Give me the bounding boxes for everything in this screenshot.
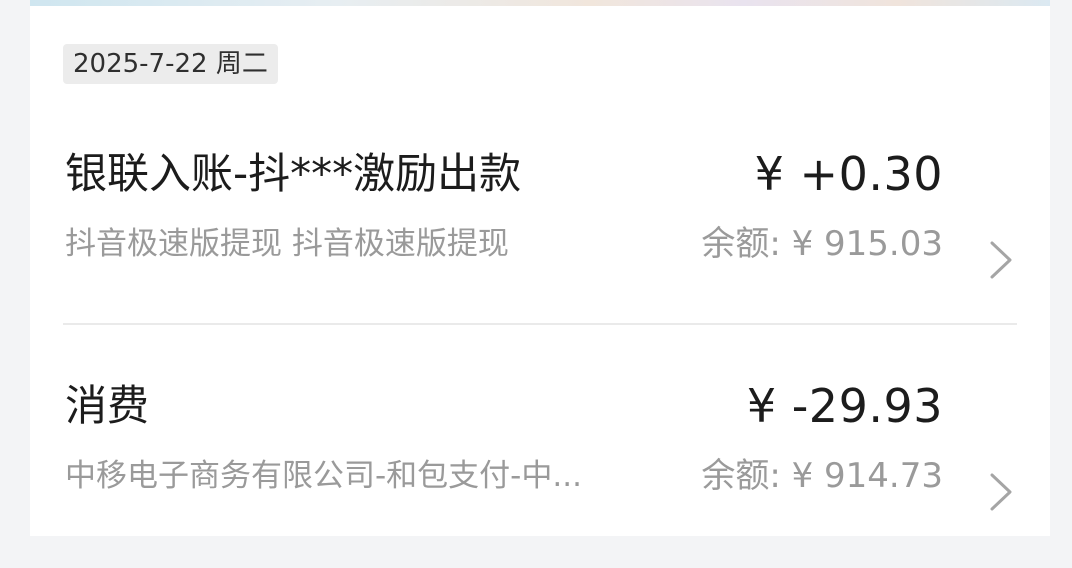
transaction-description: 中移电子商务有限公司-和包支付-中...	[65, 458, 582, 494]
transaction-amount: ¥ +0.30	[754, 147, 943, 201]
transaction-balance: 余额: ¥ 914.73	[701, 456, 943, 496]
transaction-description: 抖音极速版提现 抖音极速版提现	[65, 226, 509, 262]
transaction-amount: ¥ -29.93	[746, 379, 943, 433]
transaction-balance: 余额: ¥ 915.03	[701, 224, 943, 264]
date-header: 2025-7-22 周二	[63, 44, 278, 84]
transaction-title: 消费	[65, 381, 150, 430]
row-divider	[63, 323, 1017, 325]
transaction-card: 2025-7-22 周二 银联入账-抖***激励出款 ¥ +0.30 抖音极速版…	[30, 6, 1050, 536]
transaction-row[interactable]: 消费 ¥ -29.93 中移电子商务有限公司-和包支付-中... 余额: ¥ 9…	[30, 378, 1050, 568]
chevron-right-icon[interactable]	[988, 240, 1014, 280]
chevron-right-icon[interactable]	[988, 472, 1014, 512]
transaction-title: 银联入账-抖***激励出款	[65, 149, 522, 198]
transaction-row[interactable]: 银联入账-抖***激励出款 ¥ +0.30 抖音极速版提现 抖音极速版提现 余额…	[30, 146, 1050, 336]
